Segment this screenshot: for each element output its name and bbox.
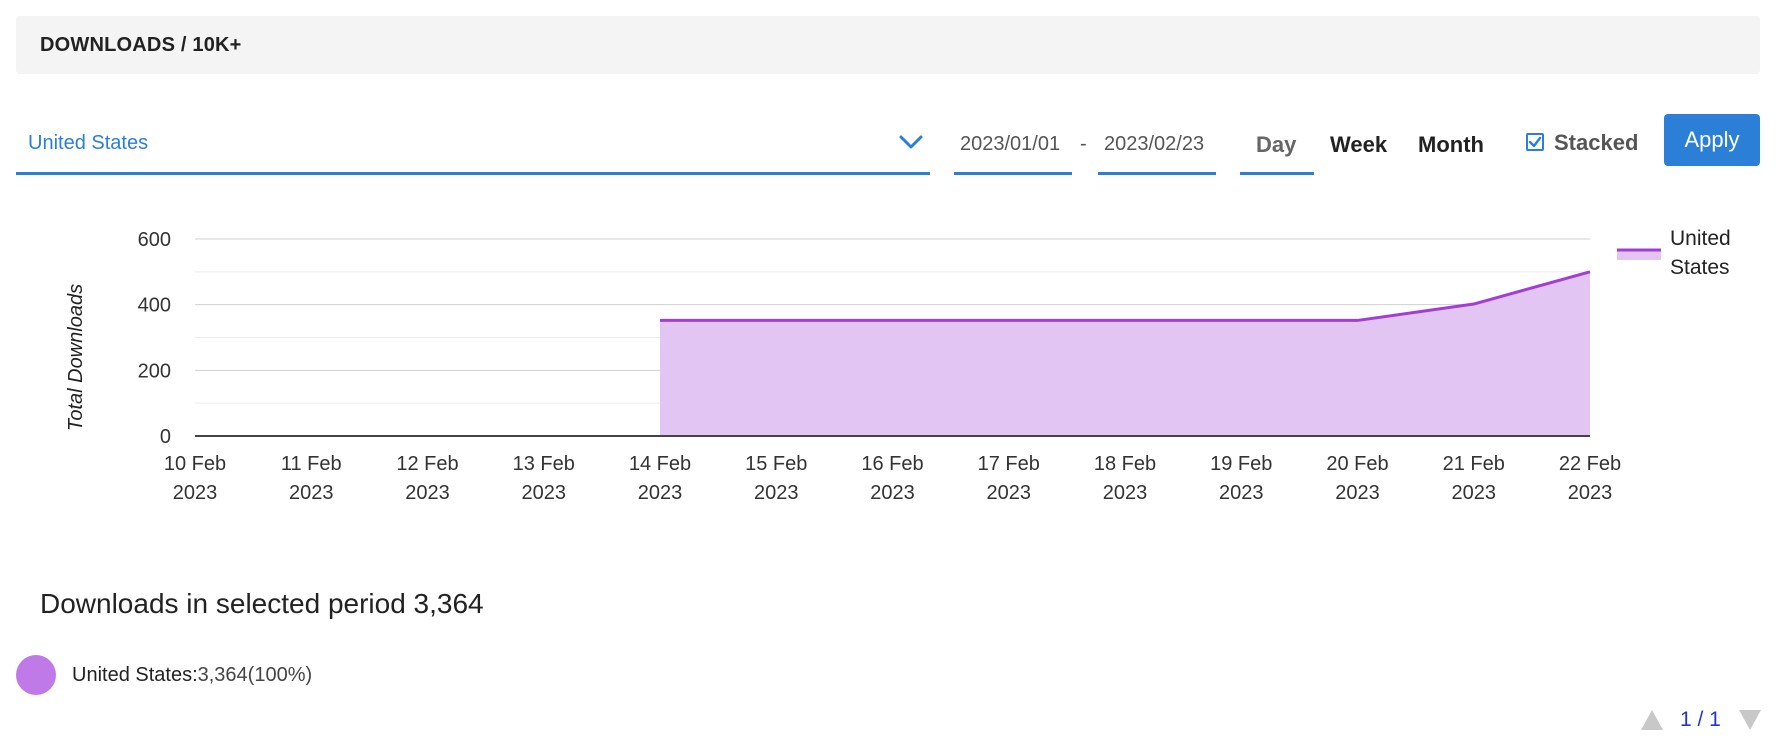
y-axis-title: Total Downloads [65,284,87,431]
checkbox-checked-icon [1526,133,1544,151]
x-tick-label: 11 Feb 2023 [281,453,342,504]
period-month-button[interactable]: Month [1418,114,1488,172]
x-tick-label: 16 Feb 2023 [861,453,923,504]
pager: 1 / 1 [1640,706,1762,736]
apply-button[interactable]: Apply [1664,114,1760,166]
x-tick-label: 17 Feb 2023 [978,453,1040,504]
header-bar: DOWNLOADS / 10K+ [16,16,1760,74]
x-tick-label: 18 Feb 2023 [1094,453,1156,504]
y-tick-label: 600 [138,229,171,251]
triangle-down-icon[interactable] [1738,708,1762,732]
period-day-label: Day [1256,132,1297,157]
x-tick-label: 15 Feb 2023 [745,453,807,504]
y-tick-label: 0 [160,426,171,448]
x-tick-label: 22 Feb 2023 [1559,453,1621,504]
period-week-label: Week [1330,132,1388,157]
summary-legend-label: United States:3,364(100%) [72,664,312,687]
x-tick-label: 10 Feb 2023 [164,453,226,504]
country-select[interactable]: United States [16,114,930,175]
series-color-dot [16,655,56,695]
date-to-value: 2023/02/23 [1104,133,1205,155]
period-week-button[interactable]: Week [1330,114,1392,172]
summary-country: United States: [72,664,198,686]
chevron-down-icon [899,135,923,149]
series-area [660,271,1590,436]
period-day-button[interactable]: Day [1240,114,1314,175]
country-select-value: United States [28,132,149,154]
stacked-label: Stacked [1554,130,1639,155]
date-separator: - [1080,133,1087,155]
x-tick-label: 12 Feb 2023 [396,453,458,504]
date-from-input[interactable]: 2023/01/01 [954,114,1072,175]
downloads-chart: 0 200 400 600 Total Downloads 10 Feb 2023 11 Fe… [65,227,1731,504]
legend-label: United States [1670,227,1731,279]
pager-text: 1 / 1 [1680,708,1721,731]
x-tick-label: 20 Feb 2023 [1326,453,1388,504]
y-tick-label: 200 [138,360,171,382]
y-tick-label: 400 [138,295,171,317]
x-tick-label: 19 Feb 2023 [1210,453,1272,504]
date-to-input[interactable]: 2023/02/23 [1098,114,1216,175]
summary-value: 3,364(100%) [197,664,313,686]
x-tick-label: 13 Feb 2023 [513,453,575,504]
date-from-value: 2023/01/01 [960,133,1061,155]
summary-total: Downloads in selected period 3,364 [40,588,484,619]
x-tick-label: 14 Feb 2023 [629,453,691,504]
x-tick-label: 21 Feb 2023 [1443,453,1505,504]
page-title: DOWNLOADS / 10K+ [40,34,242,56]
triangle-up-icon[interactable] [1640,708,1664,732]
period-month-label: Month [1418,132,1484,157]
